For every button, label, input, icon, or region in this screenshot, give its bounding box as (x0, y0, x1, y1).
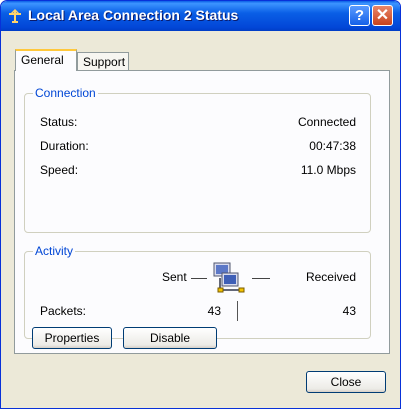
disable-button[interactable]: Disable (123, 327, 217, 349)
window-title: Local Area Connection 2 Status (28, 7, 239, 23)
tab-support[interactable]: Support (77, 52, 129, 72)
network-computers-icon (213, 262, 245, 293)
packets-divider (237, 301, 238, 321)
connection-group: Connection Status: Connected Duration: 0… (24, 86, 371, 233)
activity-group: Activity Sent Received Packets: 43 43 (24, 244, 371, 339)
title-bar[interactable]: Local Area Connection 2 Status ? ✕ (1, 1, 400, 31)
close-button[interactable]: Close (306, 371, 386, 393)
title-close-button[interactable]: ✕ (372, 5, 393, 26)
network-connection-icon (9, 8, 21, 23)
activity-group-label: Activity (33, 244, 76, 258)
duration-label: Duration: (40, 139, 89, 153)
help-button[interactable]: ? (349, 5, 370, 26)
received-label: Received (305, 270, 356, 284)
status-dialog: Local Area Connection 2 Status ? ✕ Gener… (0, 0, 401, 409)
speed-label: Speed: (40, 163, 79, 177)
speed-value: 11.0 Mbps (300, 163, 356, 177)
status-value: Connected (297, 115, 356, 129)
duration-value: 00:47:38 (309, 139, 356, 153)
sent-label: Sent (162, 270, 187, 284)
packets-sent-value: 43 (207, 304, 221, 318)
status-label: Status: (40, 115, 78, 129)
received-line (252, 278, 270, 279)
packets-received-value: 43 (342, 304, 356, 318)
dialog-client-area: General Support Connection Status: Conne… (4, 31, 397, 406)
properties-button[interactable]: Properties (32, 327, 112, 349)
sent-line (191, 278, 207, 279)
tab-general[interactable]: General (15, 49, 77, 71)
packets-label: Packets: (40, 304, 87, 318)
connection-group-label: Connection (33, 86, 98, 100)
